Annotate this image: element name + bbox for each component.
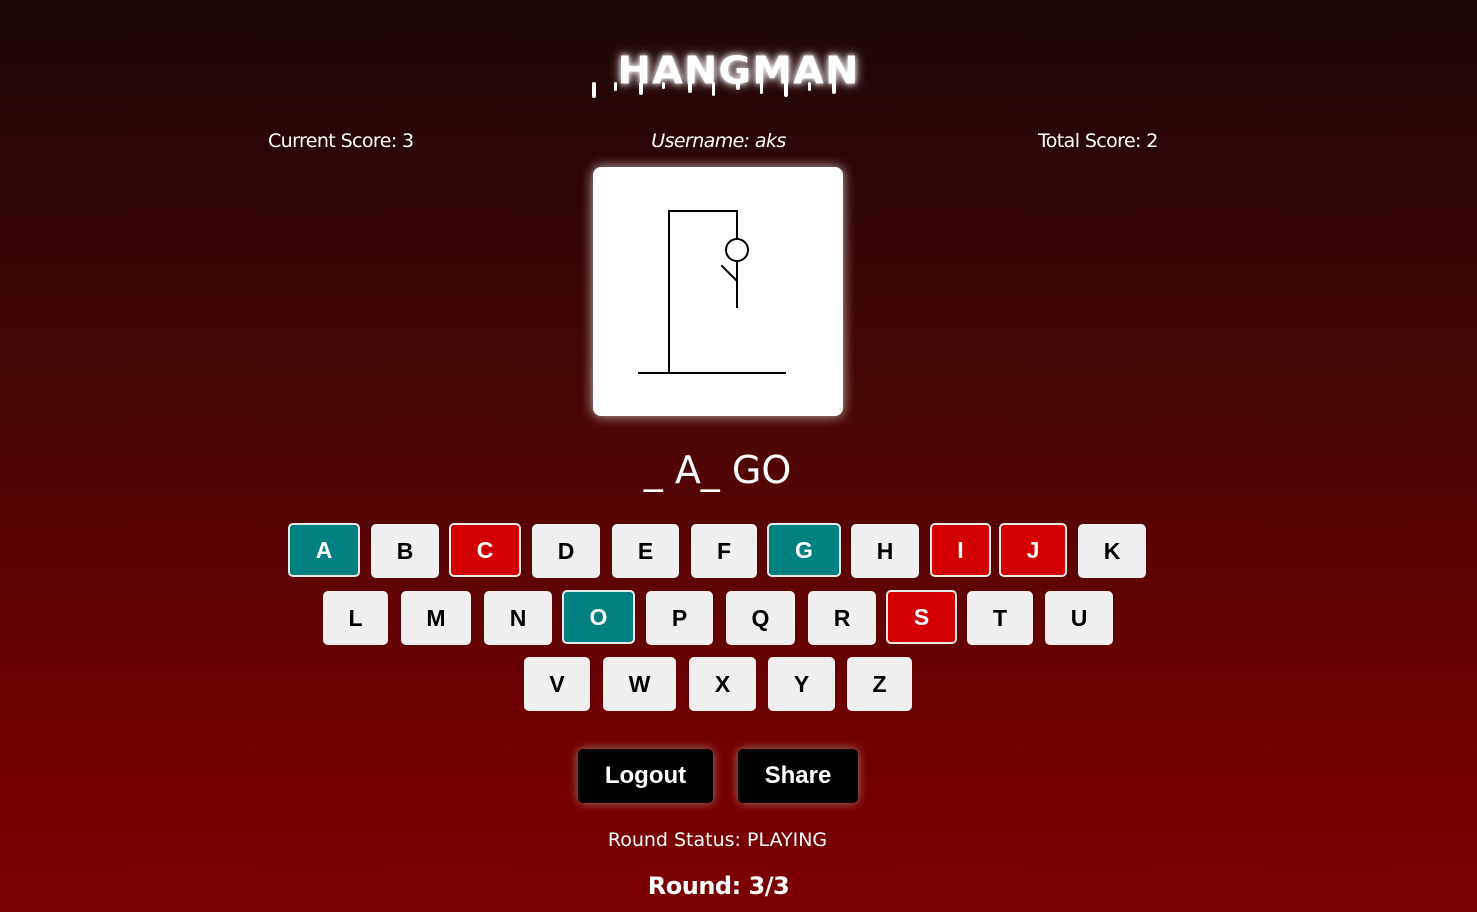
key-y[interactable]: Y <box>768 657 835 711</box>
key-f[interactable]: F <box>691 524 757 578</box>
key-d[interactable]: D <box>532 524 600 578</box>
key-q[interactable]: Q <box>726 591 795 645</box>
key-x[interactable]: X <box>689 657 756 711</box>
key-i[interactable]: I <box>930 523 991 577</box>
key-o[interactable]: O <box>562 590 635 644</box>
username-label: Username: aks <box>651 130 786 152</box>
title-drip-decoration <box>592 82 836 98</box>
logout-button[interactable]: Logout <box>578 749 713 803</box>
hangman-left-arm <box>720 264 739 283</box>
round-counter: Round: 3/3 <box>647 872 790 900</box>
key-j[interactable]: J <box>999 523 1067 577</box>
key-b[interactable]: B <box>371 524 439 578</box>
share-button[interactable]: Share <box>738 749 858 803</box>
key-u[interactable]: U <box>1045 591 1113 645</box>
key-h[interactable]: H <box>851 524 919 578</box>
word-display: _ A_ GO <box>643 448 792 492</box>
key-a[interactable]: A <box>288 523 360 577</box>
total-score: Total Score: 2 <box>1038 130 1158 152</box>
key-s[interactable]: S <box>886 590 957 644</box>
key-r[interactable]: R <box>808 591 876 645</box>
hangman-drawing <box>638 210 786 374</box>
key-m[interactable]: M <box>401 591 471 645</box>
key-t[interactable]: T <box>967 591 1033 645</box>
key-e[interactable]: E <box>612 524 679 578</box>
key-k[interactable]: K <box>1078 524 1146 578</box>
key-z[interactable]: Z <box>847 657 912 711</box>
round-status: Round Status: PLAYING <box>607 829 828 851</box>
key-g[interactable]: G <box>767 523 841 577</box>
key-p[interactable]: P <box>646 591 713 645</box>
key-w[interactable]: W <box>603 657 676 711</box>
hangman-drawing-card <box>593 167 843 416</box>
key-l[interactable]: L <box>323 591 388 645</box>
key-c[interactable]: C <box>449 523 521 577</box>
key-n[interactable]: N <box>484 591 552 645</box>
key-v[interactable]: V <box>524 657 590 711</box>
hangman-head <box>725 238 749 262</box>
